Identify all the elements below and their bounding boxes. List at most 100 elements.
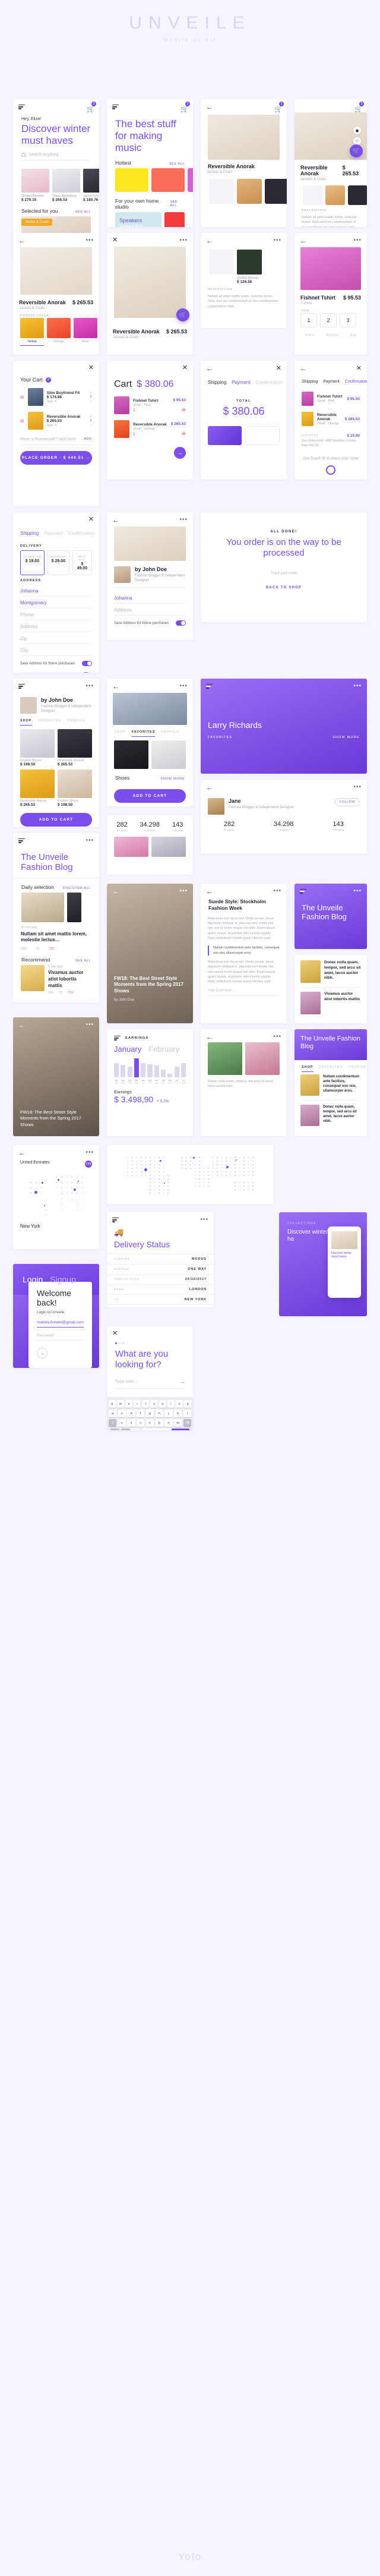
menu-icon[interactable]: [114, 1035, 121, 1042]
cart-icon[interactable]: 🛒 3: [180, 102, 190, 113]
cart-icon[interactable]: 🛒 3: [274, 102, 284, 113]
list-image[interactable]: [300, 992, 321, 1014]
step-confirmation[interactable]: Confirmation: [345, 380, 367, 384]
promo-row[interactable]: Have a Promocode? Add here ADD: [20, 437, 92, 445]
tile-instrument[interactable]: [151, 168, 185, 193]
right-grid[interactable]: [201, 1042, 287, 1075]
category-chip[interactable]: Jacket & Coats: [21, 219, 53, 226]
keyboard-key[interactable]: u: [159, 1400, 166, 1408]
step-payment[interactable]: Payment: [323, 380, 340, 384]
grid-item[interactable]: ♡ Reversible Anorak $ 265.53: [20, 770, 55, 807]
related-card[interactable]: Quilted Anorak $ 126.58: [237, 250, 262, 284]
keyboard-key[interactable]: return: [172, 1429, 189, 1430]
back-icon[interactable]: ←: [206, 1033, 213, 1041]
map-marker[interactable]: [34, 1190, 38, 1194]
studio-strip[interactable]: Speakers Starting at $250: [107, 212, 193, 227]
tab-favorites[interactable]: FAVORITES: [319, 1065, 343, 1072]
comment-input[interactable]: Your Comment…: [208, 989, 280, 997]
post-headline[interactable]: Nullam sit amet mattis lorem, molestie l…: [13, 929, 99, 944]
tab-shop[interactable]: SHOP: [302, 1065, 314, 1072]
detail-gallery[interactable]: [294, 185, 367, 205]
email-field[interactable]: matilda.brewer@gmail.com: [37, 1314, 84, 1328]
item-qty[interactable]: 1: [133, 409, 169, 412]
color-option[interactable]: Pink: [74, 318, 97, 346]
keyboard-key[interactable]: c: [137, 1419, 145, 1427]
keyboard-key[interactable]: j: [164, 1410, 173, 1417]
cart-line-item[interactable]: Fishnet Tshirt Small · Pink 1 $ 95.53 ⊖: [107, 393, 193, 417]
qty-stepper[interactable]: + 1 −: [90, 415, 92, 427]
banner-secondary[interactable]: [164, 212, 185, 227]
tail-tabs[interactable]: SHOP FAVORITES PROFILE: [294, 1060, 367, 1072]
qty-minus[interactable]: −: [90, 422, 92, 427]
step-payment[interactable]: Payment: [44, 531, 63, 536]
back-icon[interactable]: ←: [112, 516, 119, 524]
map-marker[interactable]: [226, 1166, 229, 1169]
remember-row[interactable]: Save Address for future purchases: [107, 616, 193, 626]
see-all-link[interactable]: SEE ALL: [75, 959, 91, 963]
action-share[interactable]: Share: [305, 333, 315, 336]
list-headline[interactable]: Donec nulla quam, tempor, sed arcu sit a…: [324, 960, 361, 981]
add-to-cart-button[interactable]: ADD TO CART: [20, 813, 92, 827]
delivery-option-express[interactable]: EXPRESS $ 29.00: [47, 550, 69, 575]
tail-row[interactable]: Donec nulla quam, tempor, sed arcu sit a…: [294, 1105, 367, 1126]
cart-icon[interactable]: 🛒 3: [87, 102, 96, 113]
map-marker[interactable]: [57, 1179, 59, 1181]
heart-icon[interactable]: ♡: [87, 771, 90, 775]
tile-headphones[interactable]: [115, 168, 148, 193]
back-to-shop-button[interactable]: BACK TO SHOP: [209, 586, 359, 589]
field-zip[interactable]: Zip: [20, 632, 92, 644]
more-icon[interactable]: •••: [179, 237, 188, 243]
close-icon[interactable]: ✕: [112, 1330, 118, 1337]
more-icon[interactable]: •••: [179, 888, 188, 894]
keyboard-key[interactable]: a: [109, 1410, 117, 1417]
map-marker[interactable]: [235, 1159, 237, 1161]
remember-toggle[interactable]: [176, 620, 186, 626]
keyboard-row-1[interactable]: qwertyuiop: [108, 1400, 192, 1408]
more-icon[interactable]: •••: [353, 784, 362, 790]
blog-strip[interactable]: [13, 892, 99, 922]
checkout-steps[interactable]: Shipping Payment Confirmation: [13, 525, 99, 541]
add-to-cart-button[interactable]: ADD TO CART: [114, 789, 186, 803]
back-icon[interactable]: ←: [206, 237, 213, 244]
grid-item[interactable]: [208, 1042, 242, 1075]
close-icon[interactable]: ✕: [88, 516, 94, 523]
chart-bar[interactable]: [141, 1063, 146, 1077]
back-icon[interactable]: ←: [206, 103, 213, 111]
chart-bar[interactable]: [154, 1065, 159, 1077]
back-icon[interactable]: ←: [206, 365, 213, 372]
map-marker[interactable]: [43, 1205, 45, 1207]
keyboard-key[interactable]: ⇧: [109, 1419, 117, 1427]
menu-icon[interactable]: [18, 103, 26, 111]
more-icon[interactable]: •••: [353, 683, 362, 689]
keyboard-key[interactable]: m: [174, 1419, 182, 1427]
grid-item[interactable]: ♡ English Shoes $ 198.50: [20, 729, 55, 767]
card-option[interactable]: [245, 426, 280, 445]
chart-bar[interactable]: [161, 1070, 166, 1077]
keyboard-key[interactable]: g: [145, 1410, 154, 1417]
search-input[interactable]: Search anything: [21, 153, 91, 161]
grid-item[interactable]: [151, 837, 186, 857]
profile-tabs[interactable]: SHOP FAVORITES PROFILE: [13, 714, 99, 726]
keyboard-key[interactable]: s: [118, 1410, 126, 1417]
cart-icon[interactable]: 🛒 3: [354, 102, 364, 113]
chart-bar[interactable]: [167, 1073, 173, 1077]
more-icon[interactable]: •••: [179, 683, 188, 689]
back-icon[interactable]: ←: [206, 888, 213, 895]
size-option[interactable]: 1: [300, 313, 317, 327]
map-marker[interactable]: [193, 1157, 195, 1159]
keyboard-key[interactable]: space: [141, 1429, 170, 1430]
keyboard[interactable]: qwertyuiop asdfghjkl ⇧zxcvbnm⌫ 123☺🎤spac…: [107, 1397, 193, 1430]
blog-list-row[interactable]: Vivamus auctor atist lobortis mattis: [294, 992, 367, 1014]
qty-plus[interactable]: +: [90, 415, 92, 419]
tab-login[interactable]: Login: [23, 1275, 43, 1284]
field-phone[interactable]: Phone: [20, 608, 92, 620]
wishlist-icon[interactable]: ♡: [353, 137, 361, 145]
remove-icon[interactable]: ⊖: [173, 407, 186, 412]
login-submit-button[interactable]: →: [37, 1348, 48, 1359]
back-icon[interactable]: ←: [300, 365, 307, 372]
chart-bar[interactable]: [114, 1063, 119, 1077]
follow-button[interactable]: FOLLOW: [335, 798, 360, 806]
keyboard-key[interactable]: t: [142, 1400, 150, 1408]
field-firstname[interactable]: Johanna: [20, 585, 92, 597]
cart-line-item[interactable]: ⊖ Slim Boyfriend Fit $ 174.98 Size: 5 + …: [13, 385, 99, 409]
